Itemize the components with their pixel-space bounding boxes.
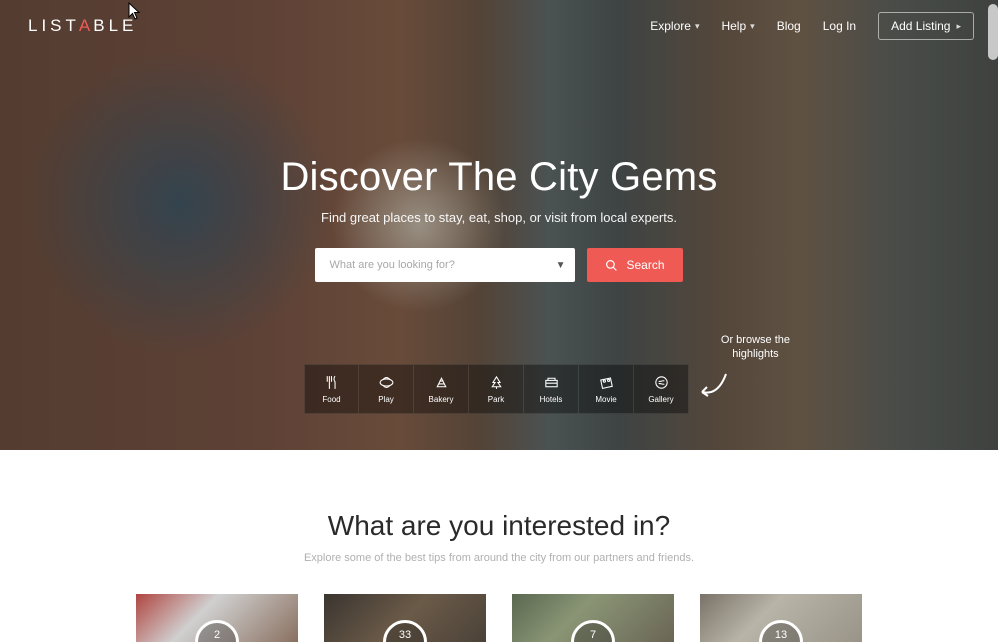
count-badge: 2 bbox=[195, 620, 239, 642]
nav-explore-label: Explore bbox=[650, 19, 691, 33]
nav-explore[interactable]: Explore ▾ bbox=[650, 19, 699, 33]
hero-section: LISTABLE Explore ▾ Help ▾ Blog Log In Ad… bbox=[0, 0, 998, 450]
interest-card[interactable]: 2 bbox=[136, 594, 298, 642]
add-listing-label: Add Listing bbox=[891, 19, 950, 33]
chevron-down-icon: ▾ bbox=[750, 21, 755, 32]
movie-icon bbox=[598, 374, 615, 391]
browse-hint-line2: highlights bbox=[721, 347, 790, 361]
add-listing-button[interactable]: Add Listing ▸ bbox=[878, 12, 974, 40]
interest-card[interactable]: 13 bbox=[700, 594, 862, 642]
nav-blog-label: Blog bbox=[777, 19, 801, 33]
bakery-icon bbox=[433, 374, 450, 391]
browse-hint: Or browse the highlights bbox=[721, 333, 790, 362]
search-input-wrapper[interactable]: ▼ bbox=[315, 248, 575, 282]
search-icon bbox=[605, 259, 618, 272]
category-label: Bakery bbox=[429, 395, 454, 404]
logo-text-accent: A bbox=[79, 16, 94, 36]
main-nav: Explore ▾ Help ▾ Blog Log In Add Listing… bbox=[650, 12, 974, 40]
section-subtitle: Explore some of the best tips from aroun… bbox=[0, 552, 998, 564]
category-gallery[interactable]: Gallery bbox=[634, 364, 689, 414]
nav-login[interactable]: Log In bbox=[823, 19, 856, 33]
category-bakery[interactable]: Bakery bbox=[414, 364, 469, 414]
category-label: Play bbox=[378, 395, 394, 404]
nav-help-label: Help bbox=[721, 19, 746, 33]
nav-login-label: Log In bbox=[823, 19, 856, 33]
category-label: Movie bbox=[595, 395, 616, 404]
category-food[interactable]: Food bbox=[304, 364, 359, 414]
chevron-right-icon: ▸ bbox=[956, 21, 961, 32]
category-hotels[interactable]: Hotels bbox=[524, 364, 579, 414]
search-button[interactable]: Search bbox=[587, 248, 682, 282]
section-title: What are you interested in? bbox=[0, 510, 998, 542]
category-park[interactable]: Park bbox=[469, 364, 524, 414]
count-badge: 13 bbox=[759, 620, 803, 642]
hero-headline: Discover The City Gems Find great places… bbox=[0, 155, 998, 225]
hotels-icon bbox=[543, 374, 560, 391]
category-play[interactable]: Play bbox=[359, 364, 414, 414]
food-icon bbox=[323, 374, 340, 391]
browse-hint-line1: Or browse the bbox=[721, 333, 790, 347]
search-input[interactable] bbox=[329, 259, 565, 271]
logo-text-post: BLE bbox=[93, 16, 137, 36]
interest-card[interactable]: 33 bbox=[324, 594, 486, 642]
category-row: Food Play Bakery Park Hotels Movie Galle… bbox=[304, 364, 689, 414]
nav-blog[interactable]: Blog bbox=[777, 19, 801, 33]
park-icon bbox=[488, 374, 505, 391]
hero-title: Discover The City Gems bbox=[0, 155, 998, 200]
hero-subtitle: Find great places to stay, eat, shop, or… bbox=[0, 210, 998, 225]
gallery-icon bbox=[653, 374, 670, 391]
interest-card[interactable]: 7 bbox=[512, 594, 674, 642]
category-label: Food bbox=[322, 395, 340, 404]
category-label: Gallery bbox=[648, 395, 673, 404]
interests-section: What are you interested in? Explore some… bbox=[0, 450, 998, 642]
search-button-label: Search bbox=[626, 258, 664, 272]
search-row: ▼ Search bbox=[0, 248, 998, 282]
logo-text-pre: LIST bbox=[28, 16, 80, 36]
play-icon bbox=[378, 374, 395, 391]
category-movie[interactable]: Movie bbox=[579, 364, 634, 414]
count-badge: 33 bbox=[383, 620, 427, 642]
top-bar: LISTABLE Explore ▾ Help ▾ Blog Log In Ad… bbox=[0, 0, 998, 52]
cards-row: 2 33 7 13 bbox=[0, 594, 998, 642]
logo[interactable]: LISTABLE bbox=[28, 16, 137, 36]
dropdown-caret-icon[interactable]: ▼ bbox=[556, 260, 566, 271]
category-label: Park bbox=[488, 395, 504, 404]
category-label: Hotels bbox=[540, 395, 563, 404]
curved-arrow-icon bbox=[696, 370, 730, 407]
vertical-scrollbar[interactable] bbox=[988, 4, 998, 60]
count-badge: 7 bbox=[571, 620, 615, 642]
nav-help[interactable]: Help ▾ bbox=[721, 19, 754, 33]
chevron-down-icon: ▾ bbox=[695, 21, 700, 32]
